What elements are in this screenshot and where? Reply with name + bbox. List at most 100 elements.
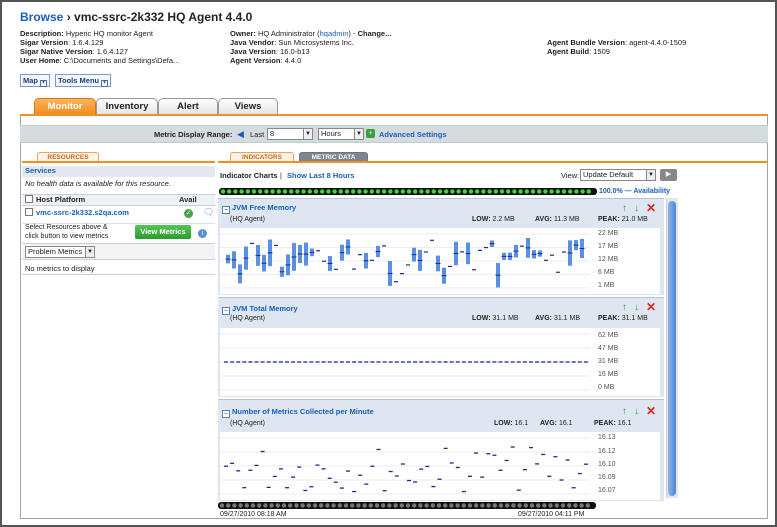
availability-dot (444, 189, 449, 194)
y-tick: 12 MB (598, 256, 619, 263)
info-icon[interactable]: i (198, 229, 207, 238)
timeline-dot (319, 503, 324, 508)
collapse-icon[interactable]: – (222, 410, 230, 418)
timeline-dot (455, 503, 460, 508)
availability-dot (245, 189, 250, 194)
availability-dot (220, 189, 226, 194)
plot-area (220, 228, 660, 294)
y-tick: 62 MB (598, 332, 619, 339)
move-up-icon[interactable]: ↑ (622, 302, 627, 313)
move-down-icon[interactable]: ↓ (634, 203, 639, 214)
availability-dot (332, 189, 337, 194)
move-up-icon[interactable]: ↑ (622, 406, 627, 417)
problem-metrics-select[interactable]: Problem Metrics ▼ (25, 246, 95, 258)
chart-title[interactable]: – JVM Total Memory (222, 304, 298, 315)
availability-dot (251, 189, 257, 194)
availability-dot (568, 189, 573, 194)
timeline-dot (343, 503, 349, 508)
chart-title[interactable]: – Number of Metrics Collected per Minute (222, 407, 374, 418)
timeline-dot (281, 503, 287, 508)
availability-dot (357, 189, 362, 194)
view-select[interactable]: Update Default ▼ (580, 169, 656, 181)
timeline-dot (257, 503, 262, 508)
map-button[interactable]: Map + (20, 74, 50, 87)
availability-dot (555, 189, 560, 194)
chart-jvm-free-memory: – JVM Free Memory (HQ Agent) LOW: 2.2 MB … (218, 198, 664, 295)
tools-menu-button[interactable]: Tools Menu + (55, 74, 112, 87)
dropdown-arrow-icon: ▼ (646, 170, 655, 180)
view-metrics-button[interactable]: View Metrics (135, 225, 191, 239)
timeline-bar (218, 502, 596, 509)
available-check-icon: ✓ (184, 209, 193, 218)
chart-subtitle: (HQ Agent) (230, 315, 266, 322)
availability-dot (239, 189, 244, 194)
collapse-icon[interactable]: – (222, 206, 230, 214)
scrollbar-thumb[interactable] (668, 201, 676, 496)
dropdown-arrow-icon: ▼ (354, 129, 363, 139)
time-start: 09/27/2010 08:18 AM (220, 511, 287, 518)
timeline-dot (554, 503, 559, 508)
prev-range-icon[interactable]: ◀ (237, 129, 244, 140)
availability-dot (580, 189, 585, 194)
availability-dot (320, 189, 325, 194)
advanced-settings-icon[interactable]: + (366, 129, 375, 138)
host-link[interactable]: vmc-ssrc-2k332.s2qa.com (36, 208, 129, 217)
chart-subtitle: (HQ Agent) (230, 420, 266, 427)
tab-monitor[interactable]: Monitor (34, 98, 96, 115)
timeline-dot (275, 503, 280, 508)
range-unit-select[interactable]: Hours ▼ (318, 128, 364, 140)
host-checkbox[interactable] (25, 208, 33, 216)
page-title: Browse › vmc-ssrc-2k332 HQ Agent 4.4.0 (20, 10, 252, 24)
timeline-dot (517, 503, 522, 508)
availability-dot (518, 189, 523, 194)
change-owner-link[interactable]: Change... (358, 29, 392, 38)
chart-title[interactable]: – JVM Free Memory (222, 203, 296, 214)
range-value-select[interactable]: 8 ▼ (267, 128, 313, 140)
timeline-dot (498, 503, 504, 508)
availability-dot (425, 189, 430, 194)
avg-stat: AVG: 11.3 MB (535, 216, 580, 223)
browse-link[interactable]: Browse (20, 10, 63, 24)
remove-icon[interactable]: ✕ (646, 201, 656, 215)
show-last-link[interactable]: Show Last 8 Hours (287, 171, 355, 180)
availability-dot (549, 189, 554, 194)
advanced-settings-link[interactable]: Advanced Settings (379, 130, 447, 139)
no-health-text: No health data is available for this res… (25, 179, 171, 188)
no-metrics-text: No metrics to display (22, 264, 215, 275)
timeline-dot (362, 503, 367, 508)
timeline-dot (405, 503, 411, 508)
tab-inventory[interactable]: Inventory (96, 98, 158, 115)
availability-dot (270, 189, 275, 194)
title-text: › vmc-ssrc-2k332 HQ Agent 4.4.0 (63, 10, 253, 24)
availability-dot (450, 189, 455, 194)
collapse-icon[interactable]: – (222, 307, 230, 315)
availability-dot (574, 189, 579, 194)
select-all-checkbox[interactable] (25, 195, 33, 203)
timeline-dot (542, 503, 547, 508)
owner-link[interactable]: hqadmin (320, 29, 349, 38)
tab-alert[interactable]: Alert (158, 98, 218, 115)
go-button[interactable]: ▶ (660, 169, 677, 181)
availability-dot (276, 189, 281, 194)
timeline-dots (219, 503, 590, 508)
availability-dot (344, 189, 350, 194)
move-down-icon[interactable]: ↓ (634, 406, 639, 417)
availability-dot (406, 189, 412, 194)
view-value: Update Default (583, 170, 634, 179)
plot-svg (220, 437, 590, 495)
plot-svg (220, 233, 590, 289)
indicator-header: Indicator Charts | Show Last 8 Hours Vie… (218, 168, 680, 186)
move-down-icon[interactable]: ↓ (634, 302, 639, 313)
chart-name: Number of Metrics Collected per Minute (232, 407, 374, 416)
move-up-icon[interactable]: ↑ (622, 203, 627, 214)
timeline-dot (430, 503, 435, 508)
tab-views[interactable]: Views (218, 98, 278, 115)
comment-icon[interactable]: 🗨 (203, 207, 214, 218)
remove-icon[interactable]: ✕ (646, 404, 656, 418)
remove-icon[interactable]: ✕ (646, 300, 656, 314)
timeline-dot (226, 503, 231, 508)
availability-dot (537, 189, 542, 194)
window-frame: Browse › vmc-ssrc-2k332 HQ Agent 4.4.0 D… (0, 0, 777, 527)
availability-dot (295, 189, 300, 194)
chart-metrics-collected: – Number of Metrics Collected per Minute … (218, 399, 664, 501)
